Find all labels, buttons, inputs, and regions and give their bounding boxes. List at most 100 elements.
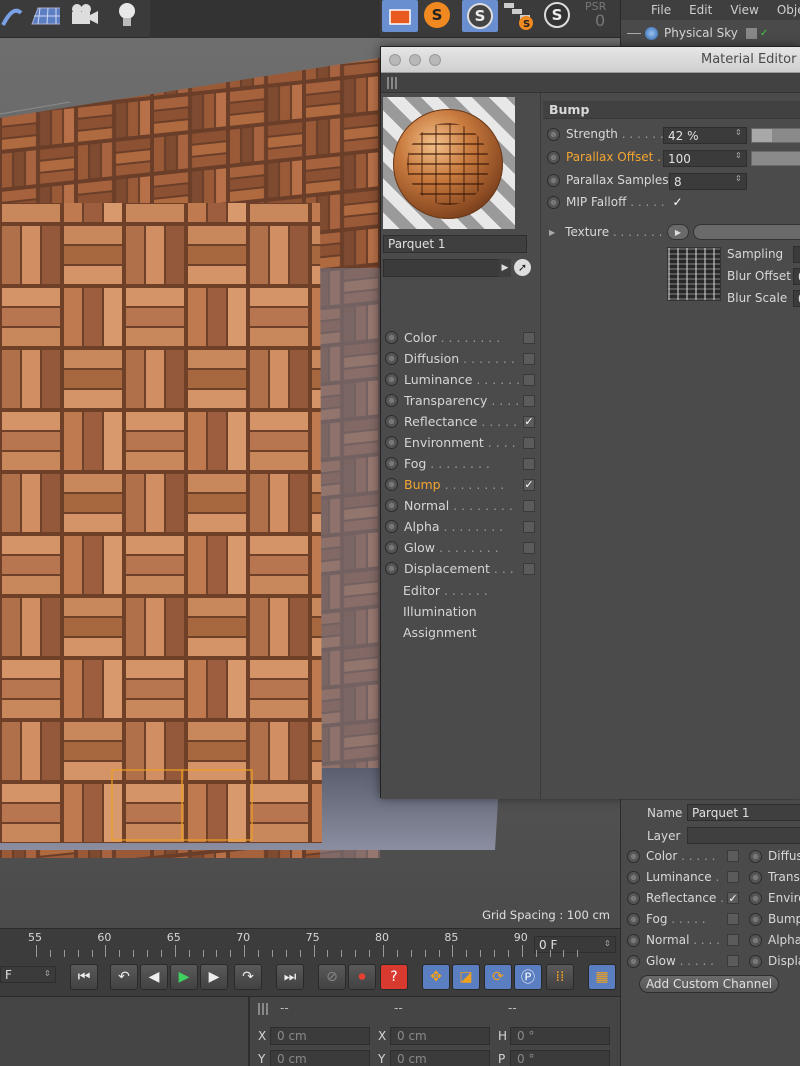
mip-falloff-animate-radio[interactable] (547, 195, 560, 209)
close-window-button[interactable] (389, 54, 401, 66)
channel-enable-checkbox[interactable] (727, 871, 739, 883)
attr-channel-glow[interactable]: Glow . . . . . (627, 954, 739, 968)
coord-value-input[interactable]: 0 ° (510, 1027, 610, 1045)
attr-channel-right[interactable]: Bump (749, 912, 800, 926)
page-assignment[interactable]: Assignment (403, 625, 477, 640)
point-level-icon[interactable]: ⁞⁞ (546, 964, 574, 990)
channel-animate-radio[interactable] (385, 373, 398, 386)
parallax-offset-animate-radio[interactable] (547, 150, 560, 164)
channel-row-color[interactable]: Color . . . . . . . . (385, 327, 535, 348)
channel-row-glow[interactable]: Glow . . . . . . . . (385, 537, 535, 558)
layer-field[interactable] (687, 827, 800, 844)
coord-value-input[interactable]: 0 cm (270, 1050, 370, 1066)
stepper-arrows-icon[interactable]: ⇕ (735, 128, 742, 137)
channel-animate-radio[interactable] (749, 912, 762, 926)
timeline[interactable]: 0 F ⇕ 55 60 65 70 75 80 85 90 (0, 928, 620, 958)
strength-animate-radio[interactable] (547, 127, 560, 141)
dropdown-arrow-icon[interactable]: ▶ (499, 259, 511, 277)
coord-value-input[interactable]: 0 ° (510, 1050, 610, 1066)
play-icon[interactable]: ▶ (170, 964, 198, 990)
coord-value-input[interactable]: 0 cm (390, 1050, 490, 1066)
channel-row-alpha[interactable]: Alpha . . . . . . . . (385, 516, 535, 537)
channel-enable-checkbox[interactable] (523, 394, 535, 407)
parameter-icon[interactable]: Ⓟ (514, 964, 542, 990)
attr-channel-fog[interactable]: Fog . . . . . (627, 912, 739, 926)
channel-animate-radio[interactable] (385, 562, 398, 575)
channel-animate-radio[interactable] (385, 478, 398, 491)
material-preview[interactable] (383, 97, 515, 229)
channel-animate-radio[interactable] (627, 870, 640, 884)
menu-edit[interactable]: Edit (689, 3, 712, 17)
next-frame-icon[interactable]: ▶ (200, 964, 228, 990)
attr-channel-color[interactable]: Color . . . . . (627, 849, 739, 863)
parallax-offset-slider[interactable] (751, 151, 800, 166)
menu-objects[interactable]: Objec (777, 3, 800, 17)
move-tool-icon[interactable]: ✥ (422, 964, 450, 990)
parallax-samples-animate-radio[interactable] (547, 173, 560, 187)
scale-tool-icon[interactable]: ◪ (452, 964, 480, 990)
channel-enable-checkbox[interactable] (523, 331, 535, 344)
previous-key-icon[interactable]: ↶ (110, 964, 138, 990)
channel-row-environment[interactable]: Environment . . . . . . . . (385, 432, 535, 453)
autokey-icon[interactable]: ? (380, 964, 408, 990)
script-icon[interactable]: S (542, 0, 572, 30)
go-to-end-icon[interactable]: ⏭ (276, 964, 304, 990)
grip-icon[interactable] (387, 77, 399, 89)
channel-animate-radio[interactable] (627, 891, 640, 905)
tag-icon[interactable] (745, 27, 757, 39)
channel-enable-checkbox[interactable] (523, 562, 535, 575)
light-bulb-icon[interactable] (112, 0, 142, 30)
sampling-dropdown[interactable] (793, 246, 800, 263)
material-editor-titlebar[interactable]: Material Editor (381, 47, 800, 73)
texture-menu-button[interactable]: ▶ (667, 224, 689, 240)
stepper-arrows-icon[interactable]: ⇕ (735, 151, 742, 160)
channel-row-luminance[interactable]: Luminance . . . . . . . . (385, 369, 535, 390)
go-to-start-icon[interactable]: ⏮ (70, 964, 98, 990)
channel-row-normal[interactable]: Normal . . . . . . . . (385, 495, 535, 516)
channel-row-fog[interactable]: Fog . . . . . . . . (385, 453, 535, 474)
channel-animate-radio[interactable] (627, 954, 640, 968)
channel-animate-radio[interactable] (749, 849, 762, 863)
channel-row-bump[interactable]: Bump . . . . . . . . ✓ (385, 474, 535, 495)
texture-slot-button[interactable] (693, 224, 800, 240)
material-name-input[interactable]: Parquet 1 (687, 804, 800, 821)
channel-animate-radio[interactable] (385, 457, 398, 470)
channel-enable-checkbox[interactable] (523, 499, 535, 512)
folder-icon[interactable] (382, 0, 418, 32)
render-queue-icon[interactable]: S (500, 0, 540, 30)
enabled-check-icon[interactable]: ✓ (760, 28, 768, 39)
channel-animate-radio[interactable] (749, 870, 762, 884)
rotate-tool-icon[interactable]: ⟳ (484, 964, 512, 990)
blur-offset-input[interactable]: 0 (793, 268, 800, 285)
attr-channel-right[interactable]: Alpha (749, 933, 800, 947)
channel-animate-radio[interactable] (749, 933, 762, 947)
material-preset-dropdown[interactable] (383, 259, 501, 277)
attr-channel-right[interactable]: Displa (749, 954, 800, 968)
channel-animate-radio[interactable] (385, 331, 398, 344)
channel-animate-radio[interactable] (385, 499, 398, 512)
menu-file[interactable]: File (651, 3, 671, 17)
channel-enable-checkbox[interactable] (523, 436, 535, 449)
channel-row-reflectance[interactable]: Reflectance . . . . . . . . ✓ (385, 411, 535, 432)
channel-animate-radio[interactable] (749, 954, 762, 968)
attr-channel-luminance[interactable]: Luminance . . . . . (627, 870, 739, 884)
previous-frame-icon[interactable]: ◀ (140, 964, 168, 990)
texture-thumbnail[interactable] (667, 247, 721, 301)
channel-enable-checkbox[interactable] (523, 352, 535, 365)
blur-scale-input[interactable]: 0 (793, 290, 800, 307)
timeline-icon[interactable]: ▦ (588, 964, 616, 990)
material-name-field[interactable]: Parquet 1 (383, 235, 527, 253)
channel-animate-radio[interactable] (627, 849, 640, 863)
script-icon[interactable]: S (462, 0, 498, 32)
expand-triangle-icon[interactable]: ▶ (549, 228, 555, 237)
strength-slider[interactable] (751, 128, 800, 143)
channel-animate-radio[interactable] (627, 912, 640, 926)
channel-enable-checkbox[interactable] (727, 850, 739, 862)
channel-enable-checkbox[interactable] (523, 541, 535, 554)
attr-channel-right[interactable]: Trans (749, 870, 800, 884)
channel-enable-checkbox[interactable] (523, 520, 535, 533)
channel-animate-radio[interactable] (385, 520, 398, 533)
stepper-arrows-icon[interactable]: ⇕ (735, 174, 742, 183)
channel-enable-checkbox[interactable]: ✓ (727, 892, 739, 905)
attr-channel-right[interactable]: Diffus (749, 849, 800, 863)
